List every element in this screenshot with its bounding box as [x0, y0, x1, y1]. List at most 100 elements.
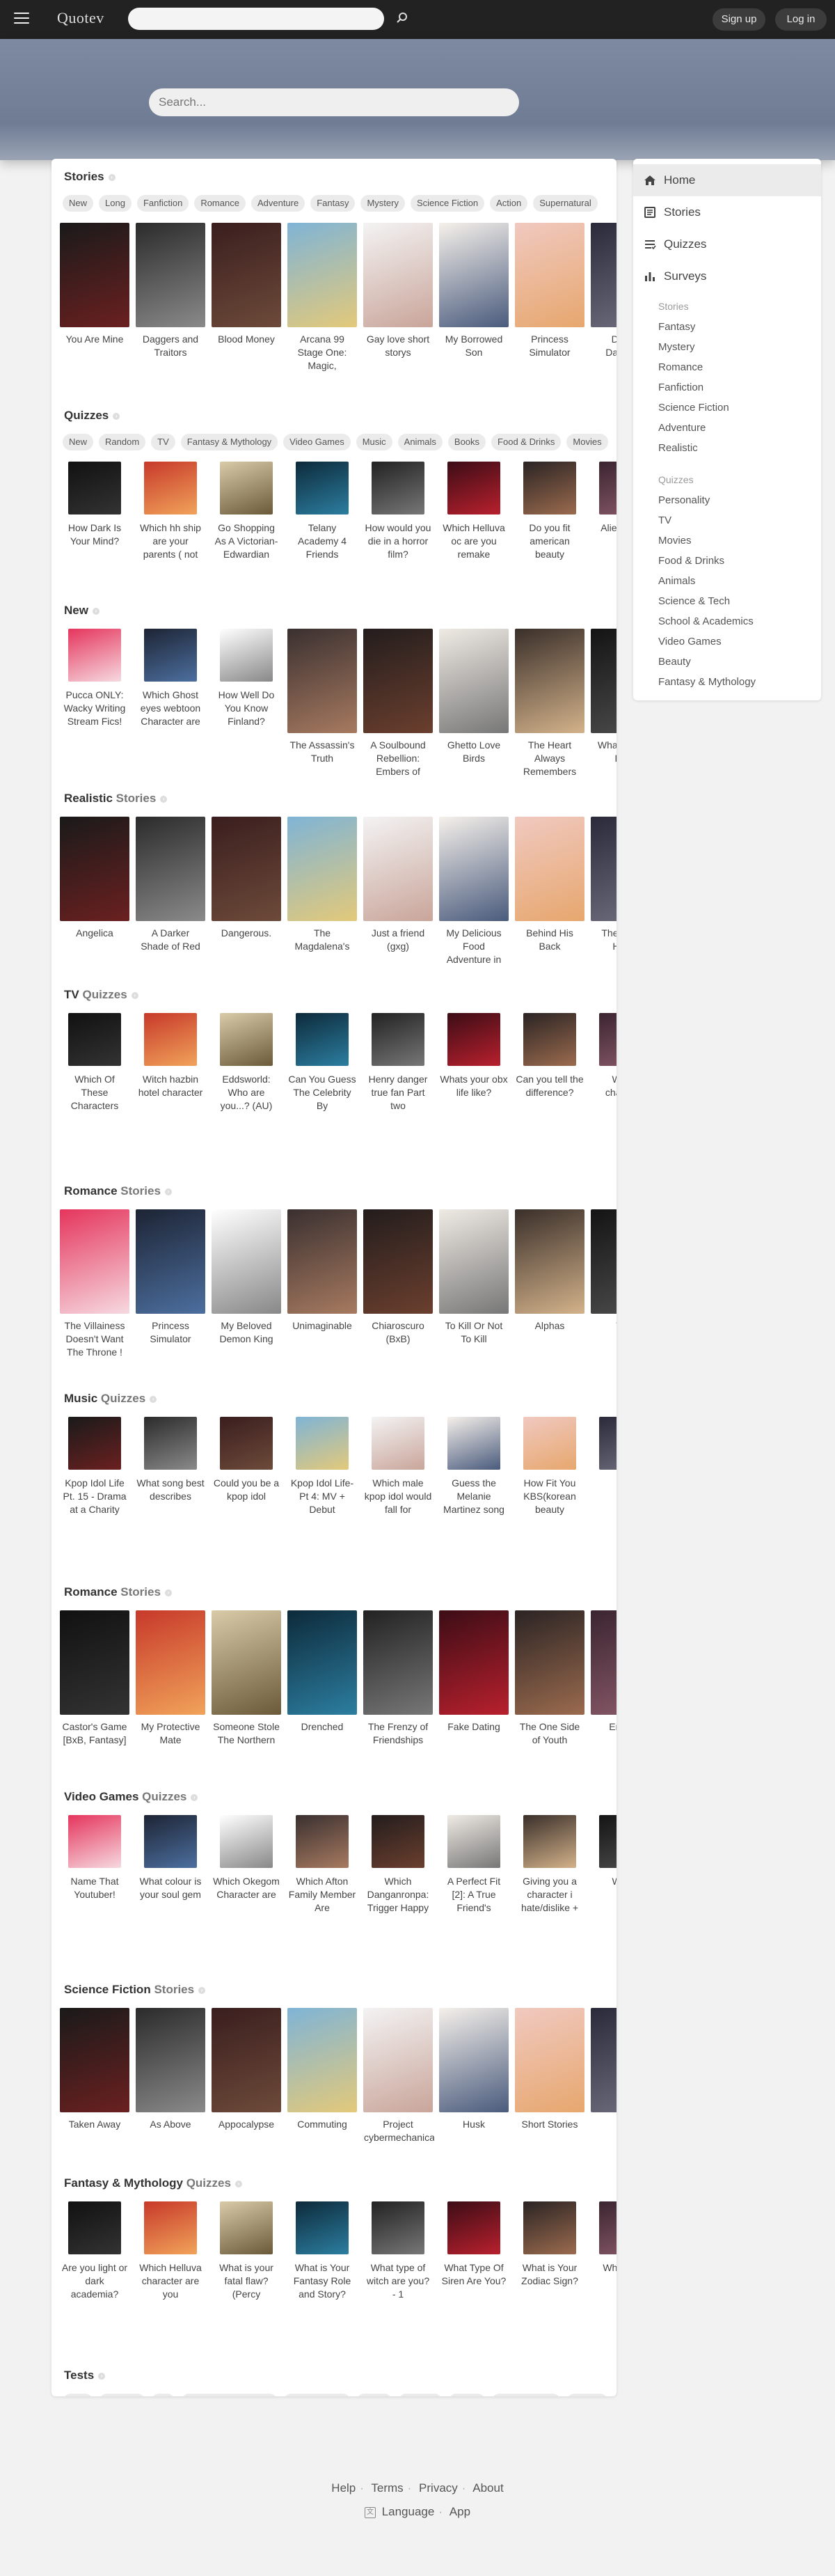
story-cover[interactable] — [591, 629, 617, 733]
item-title[interactable]: Which hh ship are your parents ( not — [134, 521, 207, 574]
sidebar-nav-surveys[interactable]: Surveys — [633, 260, 821, 292]
filter-tag[interactable]: Random — [99, 2394, 146, 2396]
quiz-thumbnail[interactable] — [523, 1013, 576, 1066]
quiz-thumbnail[interactable] — [599, 1013, 617, 1066]
quiz-thumbnail[interactable] — [144, 1013, 197, 1066]
quiz-thumbnail[interactable] — [447, 1013, 500, 1066]
story-cover[interactable] — [363, 223, 433, 327]
story-card[interactable]: Commuting — [286, 2008, 358, 2171]
quiz-card[interactable]: Which character — [589, 1013, 617, 1126]
item-title[interactable]: My Protective Mate — [134, 1720, 207, 1773]
story-card[interactable]: Unimaginable — [286, 1209, 358, 1372]
quiz-thumbnail[interactable] — [144, 462, 197, 515]
story-card[interactable]: To Kill Or Not To Kill — [438, 1209, 510, 1372]
quiz-card[interactable]: What is your fatal flaw? (Percy — [210, 2201, 283, 2314]
item-title[interactable]: The One Side of Youth — [514, 1720, 586, 1773]
quiz-thumbnail[interactable] — [220, 2201, 273, 2254]
story-card[interactable]: You Are Mine — [58, 223, 131, 386]
story-cover[interactable] — [287, 223, 357, 327]
item-title[interactable]: Guess the Melanie Martinez song — [438, 1477, 510, 1530]
story-card[interactable]: My Beloved Demon King — [210, 1209, 283, 1372]
sidebar-nav-home[interactable]: Home — [633, 164, 821, 196]
story-card[interactable]: Behind His Back — [514, 817, 586, 980]
quiz-thumbnail[interactable] — [220, 462, 273, 515]
footer-link-privacy[interactable]: Privacy — [419, 2481, 458, 2495]
story-card[interactable]: Gay love short storys — [362, 223, 434, 386]
sidebar-category-link[interactable]: Romance — [658, 361, 703, 373]
item-title[interactable]: A Soulbound Rebellion: Embers of — [362, 739, 434, 792]
quiz-card[interactable]: Which Helluva oc are you remake — [438, 462, 510, 574]
item-title[interactable]: The Magdalena's — [286, 927, 358, 980]
story-card[interactable]: Taken Away — [58, 2008, 131, 2171]
filter-tag[interactable]: TV — [151, 434, 175, 450]
story-cover[interactable] — [363, 817, 433, 921]
section-title[interactable]: Romance Stories › — [64, 1184, 172, 1198]
quiz-thumbnail[interactable] — [68, 2201, 121, 2254]
item-title[interactable]: Behind His Back — [514, 927, 586, 980]
quiz-card[interactable]: Which hh ship are your parents ( not — [134, 462, 207, 574]
quiz-card[interactable]: Henry danger true fan Part two — [362, 1013, 434, 1126]
story-card[interactable]: Someone Stole The Northern — [210, 1610, 283, 1773]
quiz-thumbnail[interactable] — [144, 2201, 197, 2254]
quiz-card[interactable]: Telany Academy 4 Friends — [286, 462, 358, 574]
quiz-card[interactable]: Name That Youtuber! — [58, 1815, 131, 1928]
item-title[interactable]: What is Your Fantasy Role and Story? — [286, 2261, 358, 2314]
item-title[interactable]: Can You Guess The Celebrity By — [286, 1073, 358, 1126]
story-cover[interactable] — [212, 223, 281, 327]
story-cover[interactable] — [439, 223, 509, 327]
quiz-thumbnail[interactable] — [68, 462, 121, 515]
quiz-card[interactable]: Which Afton Family Member Are — [286, 1815, 358, 1928]
story-card[interactable]: Just a friend (gxg) — [362, 817, 434, 980]
sidebar-category-link[interactable]: Personality — [658, 494, 710, 506]
story-cover[interactable] — [136, 1610, 205, 1715]
item-title[interactable]: You Are Mine — [58, 333, 131, 386]
quiz-card[interactable]: Which Of These Characters — [58, 1013, 131, 1126]
filter-tag[interactable]: TV — [151, 2394, 175, 2396]
filter-tag[interactable]: New — [63, 2394, 94, 2396]
item-title[interactable]: Which Ghost eyes webtoon Character are — [134, 689, 207, 741]
sidebar-nav-quizzes[interactable]: Quizzes — [633, 228, 821, 260]
item-title[interactable]: How Fit You KBS(korean beauty — [514, 1477, 586, 1530]
quiz-thumbnail[interactable] — [296, 462, 349, 515]
item-title[interactable]: Which Helluva oc are you remake — [438, 521, 510, 574]
sidebar-category-link[interactable]: Movies — [658, 535, 692, 547]
sidebar-quizzes-heading[interactable]: Quizzes — [658, 474, 694, 485]
quiz-card[interactable]: Kpop Idol Life Pt. 15 - Drama at a Chari… — [58, 1417, 131, 1530]
section-title[interactable]: Realistic Stories › — [64, 792, 168, 806]
story-card[interactable]: The — [589, 2008, 617, 2171]
footer-link-terms[interactable]: Terms — [371, 2481, 403, 2495]
story-card[interactable]: Blood Money — [210, 223, 283, 386]
quiz-thumbnail[interactable] — [296, 2201, 349, 2254]
item-title[interactable]: The Assassin's Truth — [286, 739, 358, 792]
quiz-thumbnail[interactable] — [144, 629, 197, 682]
menu-icon[interactable] — [14, 13, 29, 26]
item-title[interactable]: Devil's Daughter — [589, 333, 617, 386]
sidebar-nav-stories[interactable]: Stories — [633, 196, 821, 228]
sidebar-category-link[interactable]: Science Fiction — [658, 402, 729, 414]
sidebar-category-link[interactable]: Animals — [658, 575, 695, 587]
story-cover[interactable] — [212, 2008, 281, 2112]
item-title[interactable]: Witch hazbin hotel character — [134, 1073, 207, 1126]
quiz-thumbnail[interactable] — [523, 2201, 576, 2254]
item-title[interactable]: Could you be a kpop idol — [210, 1477, 283, 1530]
story-cover[interactable] — [439, 817, 509, 921]
item-title[interactable]: What Hazbin Boss — [589, 739, 617, 792]
quiz-card[interactable]: What Type Of Siren Are You? — [438, 2201, 510, 2314]
signup-button[interactable]: Sign up — [713, 8, 765, 31]
story-card[interactable]: The Magdalena's — [286, 817, 358, 980]
section-title[interactable]: Fantasy & Mythology Quizzes › — [64, 2176, 242, 2190]
story-card[interactable]: Husk — [438, 2008, 510, 2171]
filter-tag[interactable]: Movies — [566, 434, 608, 450]
story-cover[interactable] — [363, 1209, 433, 1314]
quiz-thumbnail[interactable] — [447, 2201, 500, 2254]
quiz-thumbnail[interactable] — [523, 1417, 576, 1470]
quiz-thumbnail[interactable] — [296, 1815, 349, 1868]
footer-link-help[interactable]: Help — [331, 2481, 356, 2495]
site-logo[interactable]: Quotev — [57, 9, 104, 27]
item-title[interactable]: My Borrowed Son — [438, 333, 510, 386]
item-title[interactable]: Unimaginable — [286, 1319, 358, 1372]
quiz-thumbnail[interactable] — [599, 1815, 617, 1868]
quiz-card[interactable]: Which male kpop idol would fall for — [362, 1417, 434, 1530]
story-card[interactable]: Wild — [589, 1209, 617, 1372]
story-card[interactable]: A Darker Shade of Red — [134, 817, 207, 980]
